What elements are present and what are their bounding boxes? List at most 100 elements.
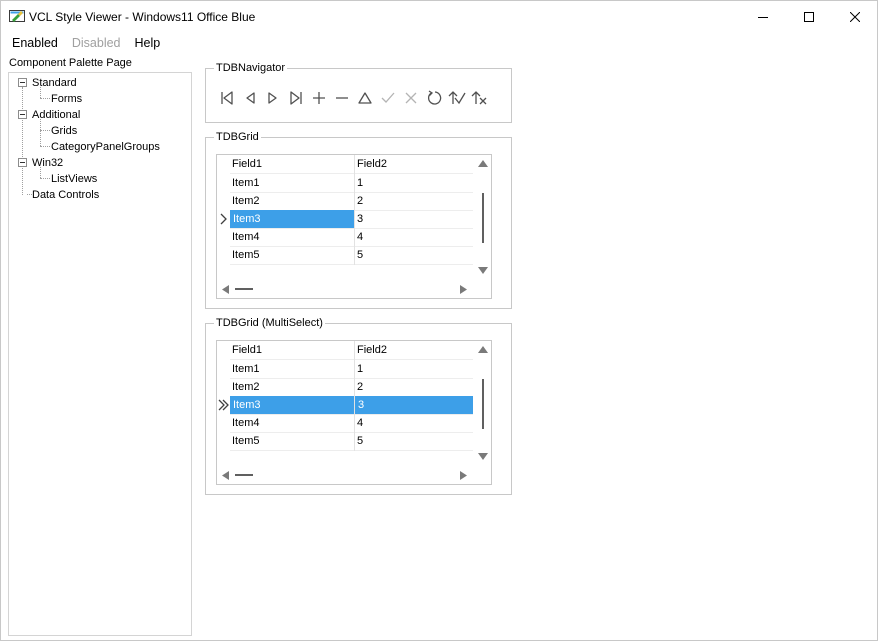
tree-node-additional[interactable]: Additional: [32, 108, 80, 122]
multiselect-db-grid[interactable]: Field1 Field2 Item1 1 Item2 2 Item3 3 It…: [216, 340, 492, 485]
scroll-down-icon[interactable]: [478, 453, 488, 460]
nav-cancel-button[interactable]: [400, 87, 422, 109]
tree-node-win32[interactable]: Win32: [32, 156, 63, 170]
grid-cell[interactable]: 2: [354, 192, 473, 210]
vertical-scrollbar[interactable]: [475, 155, 491, 282]
grid-cell[interactable]: Item5: [229, 432, 354, 450]
grid-cell[interactable]: Item2: [229, 192, 354, 210]
last-record-icon: [290, 91, 302, 105]
grid-header: Field1 Field2: [217, 341, 473, 359]
grid-cell[interactable]: 1: [354, 360, 473, 378]
grid-cell[interactable]: 1: [354, 174, 473, 192]
current-row-indicator: [217, 396, 230, 414]
grid-cell[interactable]: Item4: [229, 414, 354, 432]
table-row[interactable]: Item4 4: [217, 228, 473, 246]
horizontal-scrollbar[interactable]: [217, 467, 475, 483]
menu-bar: Enabled Disabled Help: [5, 35, 167, 53]
menu-help[interactable]: Help: [128, 35, 168, 53]
scroll-right-icon[interactable]: [460, 285, 467, 294]
tree-node-category-panel-groups[interactable]: CategoryPanelGroups: [51, 140, 160, 154]
tree-node-standard[interactable]: Standard: [32, 76, 77, 90]
db-grid[interactable]: Field1 Field2 Item1 1 Item2 2 Item3 3 It…: [216, 154, 492, 299]
grid-line: [230, 450, 473, 451]
collapse-icon[interactable]: [18, 110, 27, 119]
column-header-field2[interactable]: Field2: [354, 341, 473, 359]
grid-cell[interactable]: Item5: [229, 246, 354, 264]
grid-cell[interactable]: 3: [354, 210, 473, 228]
nav-apply-updates-button[interactable]: [446, 87, 468, 109]
edit-icon: [358, 92, 372, 104]
minimize-icon: [758, 17, 768, 18]
tree-node-grids[interactable]: Grids: [51, 124, 77, 138]
grid-cell[interactable]: 4: [354, 414, 473, 432]
grid-cell[interactable]: Item4: [229, 228, 354, 246]
tree-line: [22, 87, 23, 195]
nav-edit-button[interactable]: [354, 87, 376, 109]
nav-insert-button[interactable]: [308, 87, 330, 109]
scroll-thumb[interactable]: [235, 474, 253, 476]
column-header-field2[interactable]: Field2: [354, 155, 473, 173]
close-button[interactable]: [832, 1, 878, 33]
nav-cancel-updates-button[interactable]: [469, 87, 491, 109]
menu-disabled[interactable]: Disabled: [65, 35, 128, 53]
menu-enabled[interactable]: Enabled: [5, 35, 65, 53]
scroll-right-icon[interactable]: [460, 471, 467, 480]
tree-node-forms[interactable]: Forms: [51, 92, 82, 106]
minimize-button[interactable]: [740, 1, 786, 33]
nav-delete-button[interactable]: [331, 87, 353, 109]
window-title: VCL Style Viewer - Windows11 Office Blue: [29, 10, 256, 24]
grid-cell[interactable]: Item1: [229, 360, 354, 378]
nav-post-button[interactable]: [377, 87, 399, 109]
table-row-selected[interactable]: Item3 3: [217, 210, 473, 228]
grid-cell[interactable]: 4: [354, 228, 473, 246]
scroll-thumb[interactable]: [482, 379, 484, 429]
tree-node-data-controls[interactable]: Data Controls: [32, 188, 99, 202]
scroll-left-icon[interactable]: [222, 471, 229, 480]
tree-line: [40, 119, 41, 146]
vertical-scrollbar[interactable]: [475, 341, 491, 468]
grid-cell-selected[interactable]: 3: [355, 396, 473, 414]
grid-cell-selected[interactable]: Item3: [230, 210, 354, 228]
collapse-icon[interactable]: [18, 78, 27, 87]
scroll-thumb[interactable]: [482, 193, 484, 243]
tree-line: [40, 130, 50, 131]
grid-cell[interactable]: 5: [354, 432, 473, 450]
horizontal-scrollbar[interactable]: [217, 281, 475, 297]
nav-refresh-button[interactable]: [423, 87, 445, 109]
grid-cell[interactable]: 2: [354, 378, 473, 396]
scroll-thumb[interactable]: [235, 288, 253, 290]
grid-cell[interactable]: Item2: [229, 378, 354, 396]
palette-label: Component Palette Page: [9, 57, 132, 69]
nav-prior-button[interactable]: [239, 87, 261, 109]
column-header-field1[interactable]: Field1: [229, 341, 354, 359]
nav-next-button[interactable]: [262, 87, 284, 109]
apply-updates-icon: [448, 91, 466, 105]
scroll-up-icon[interactable]: [478, 346, 488, 353]
nav-last-button[interactable]: [285, 87, 307, 109]
maximize-button[interactable]: [786, 1, 832, 33]
column-header-field1[interactable]: Field1: [229, 155, 354, 173]
chevron-right-icon: [220, 213, 227, 225]
table-row[interactable]: Item2 2: [217, 192, 473, 210]
scroll-down-icon[interactable]: [478, 267, 488, 274]
scroll-left-icon[interactable]: [222, 285, 229, 294]
grid-header: Field1 Field2: [217, 155, 473, 173]
cancel-icon: [405, 92, 417, 104]
nav-first-button[interactable]: [216, 87, 238, 109]
table-row[interactable]: Item4 4: [217, 414, 473, 432]
table-row[interactable]: Item2 2: [217, 378, 473, 396]
grid-cell-selected[interactable]: Item3: [230, 396, 354, 414]
table-row[interactable]: Item5 5: [217, 246, 473, 264]
table-row-selected[interactable]: Item3 3: [217, 396, 473, 414]
insert-icon: [313, 92, 325, 104]
tree-node-list-views[interactable]: ListViews: [51, 172, 97, 186]
collapse-icon[interactable]: [18, 158, 27, 167]
table-row[interactable]: Item5 5: [217, 432, 473, 450]
scroll-up-icon[interactable]: [478, 160, 488, 167]
grid-cell[interactable]: Item1: [229, 174, 354, 192]
table-row[interactable]: Item1 1: [217, 360, 473, 378]
grid-cell[interactable]: 5: [354, 246, 473, 264]
table-row[interactable]: Item1 1: [217, 174, 473, 192]
palette-tree[interactable]: Standard Forms Additional Grids Category…: [8, 72, 192, 636]
title-bar[interactable]: VCL Style Viewer - Windows11 Office Blue: [1, 1, 877, 33]
